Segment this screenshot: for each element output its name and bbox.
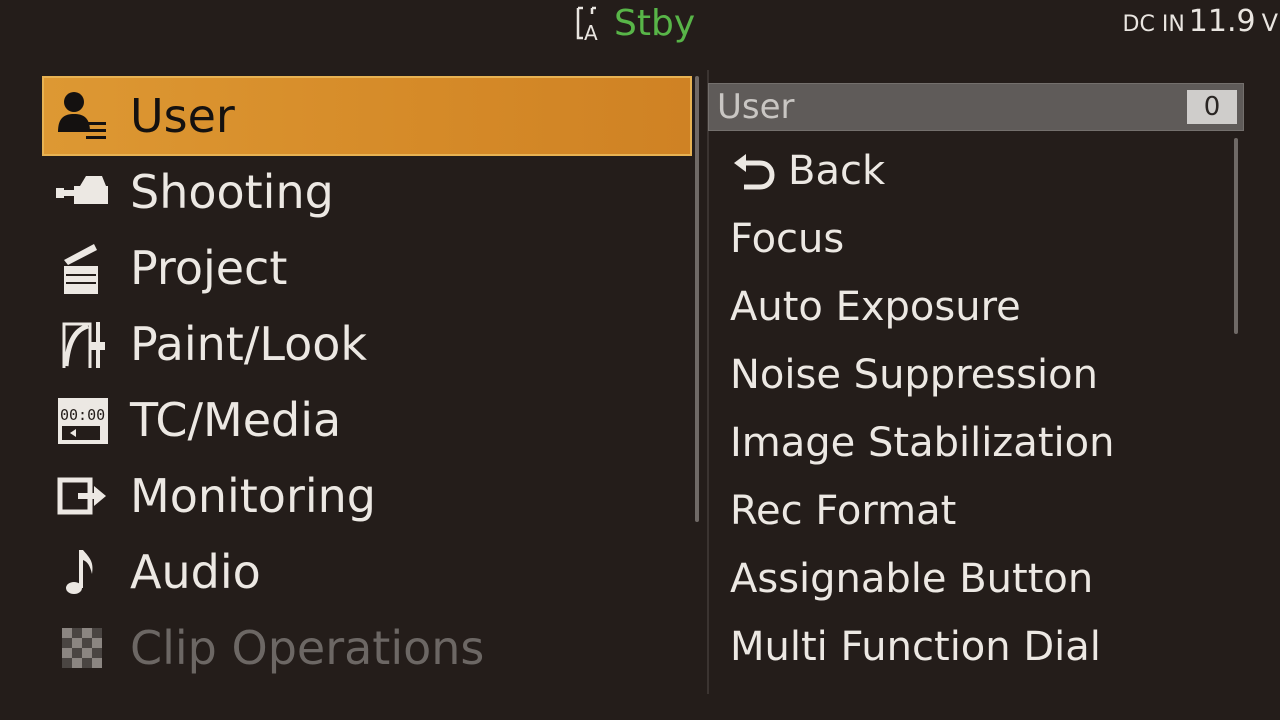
submenu-header: User 0 — [708, 83, 1244, 131]
menu-item-label: User — [130, 89, 235, 143]
submenu-item-assignable-button[interactable]: Assignable Button — [708, 545, 1244, 613]
menu-item-paint-look[interactable]: Paint/Look — [44, 306, 690, 382]
submenu-item-noise-suppression[interactable]: Noise Suppression — [708, 341, 1244, 409]
submenu-list: Back Focus Auto Exposure Noise Suppressi… — [708, 137, 1244, 681]
submenu-scrollbar[interactable] — [1234, 138, 1238, 334]
media-badge: A — [584, 21, 598, 44]
submenu-item-multi-function-dial[interactable]: Multi Function Dial — [708, 613, 1244, 681]
power-label: DC IN — [1122, 12, 1185, 37]
menu-item-audio[interactable]: Audio — [44, 534, 690, 610]
submenu-item-label: Multi Function Dial — [730, 624, 1101, 670]
submenu-item-label: Noise Suppression — [730, 352, 1098, 398]
submenu-item-label: Image Stabilization — [730, 420, 1115, 466]
menu-item-clip-operations[interactable]: Clip Operations — [44, 610, 690, 686]
submenu-item-label: Back — [788, 148, 886, 194]
menu-item-tc-media[interactable]: 00:00 TC/Media — [44, 382, 690, 458]
menu-item-label: Monitoring — [130, 469, 376, 523]
recording-status: A Stby — [574, 2, 695, 46]
camera-menu-screen: A Stby DC IN 11.9 V User Shooting Projec… — [0, 0, 1280, 720]
submenu-item-rec-format[interactable]: Rec Format — [708, 477, 1244, 545]
checker-icon — [46, 618, 118, 678]
media-card-icon: A — [574, 4, 614, 45]
menu-item-project[interactable]: Project — [44, 230, 690, 306]
menu-item-user[interactable]: User — [42, 76, 692, 156]
menu-item-label: Project — [130, 241, 288, 295]
submenu-badge: 0 — [1187, 90, 1237, 124]
user-icon — [46, 86, 118, 146]
power-unit: V — [1261, 9, 1278, 37]
menu-item-label: Paint/Look — [130, 317, 368, 371]
submenu-item-image-stabilization[interactable]: Image Stabilization — [708, 409, 1244, 477]
submenu-item-focus[interactable]: Focus — [708, 205, 1244, 273]
submenu-item-label: Assignable Button — [730, 556, 1094, 602]
submenu-item-label: Focus — [730, 216, 845, 262]
power-readout: DC IN 11.9 V — [1123, 4, 1278, 44]
submenu-title: User — [717, 87, 795, 127]
submenu-item-auto-exposure[interactable]: Auto Exposure — [708, 273, 1244, 341]
menu-item-shooting[interactable]: Shooting — [44, 154, 690, 230]
camera-icon — [46, 162, 118, 222]
main-menu: User Shooting Project Paint/Look 00:00 T… — [42, 76, 692, 686]
output-icon — [46, 466, 118, 526]
paint-curve-icon — [46, 314, 118, 374]
menu-item-label: Audio — [130, 545, 261, 599]
timecode-icon: 00:00 — [46, 390, 118, 450]
music-note-icon — [46, 542, 118, 602]
submenu-item-label: Rec Format — [730, 488, 957, 534]
menu-item-monitoring[interactable]: Monitoring — [44, 458, 690, 534]
submenu-item-label: Auto Exposure — [730, 284, 1021, 330]
menu-item-label: Clip Operations — [130, 621, 485, 675]
clapperboard-icon — [46, 238, 118, 298]
status-mode: Stby — [614, 3, 696, 44]
power-value: 11.9 — [1188, 4, 1256, 39]
menu-item-label: Shooting — [130, 165, 334, 219]
back-arrow-icon — [730, 151, 776, 191]
submenu-panel: User 0 Back Focus Auto Exposure Noise Su… — [708, 83, 1244, 681]
main-menu-scrollbar[interactable] — [695, 76, 699, 522]
menu-item-label: TC/Media — [130, 393, 342, 447]
svg-text:00:00: 00:00 — [60, 406, 105, 424]
submenu-item-back[interactable]: Back — [708, 137, 1244, 205]
